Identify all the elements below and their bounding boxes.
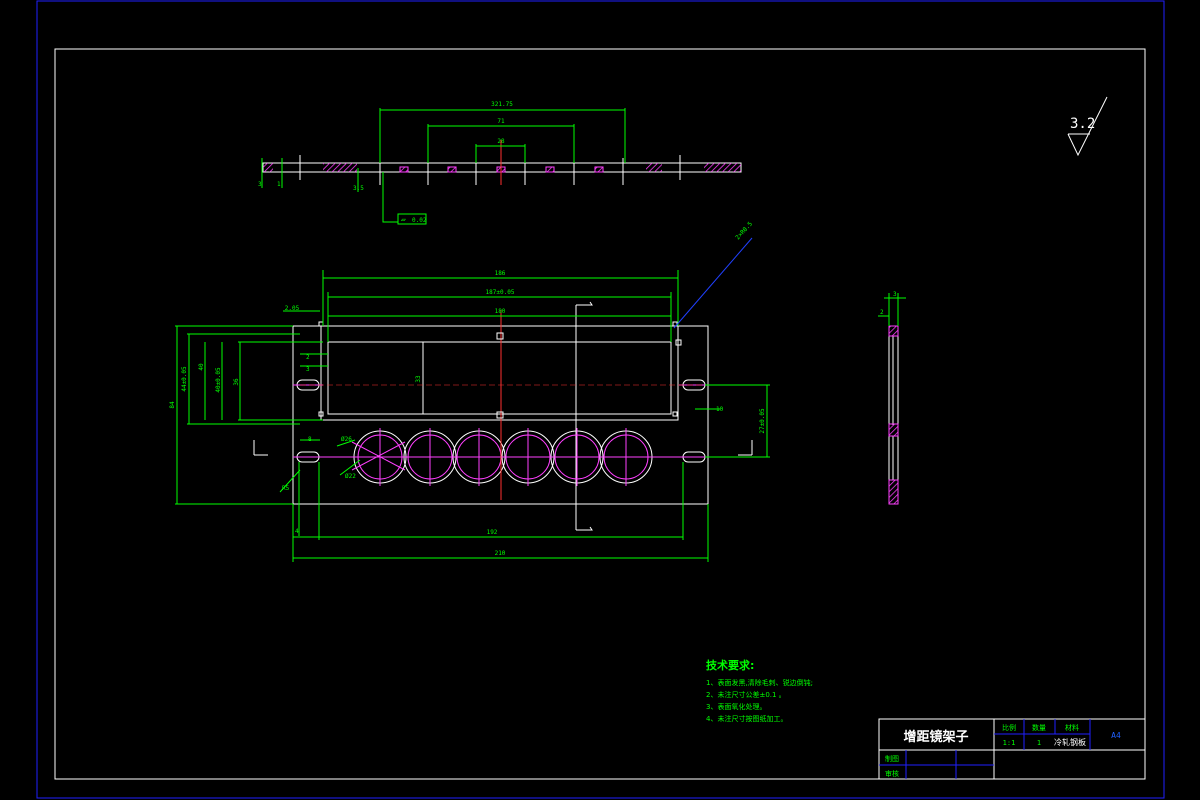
dim-side-top: 3	[893, 291, 897, 298]
title-block: 增距镜架子 比例 数量 材料 1:1 1 冷轧钢板 A4 制图 审核	[878, 718, 1146, 780]
section-hatch-right-1	[646, 163, 662, 172]
dim-top-overall: 186	[495, 270, 506, 277]
checked-label: 审核	[885, 769, 899, 778]
note-item: 4、未注尺寸按图纸加工。	[706, 714, 787, 723]
section-pocket-1	[399, 166, 409, 173]
dim-height-tol: 44±0.05	[181, 366, 188, 392]
dim-bottom-inner: 192	[487, 529, 498, 536]
dim-right-h: 27±0.05	[759, 408, 766, 434]
dim-section-left-h1: 3	[258, 181, 262, 188]
section-pocket-4	[545, 166, 555, 173]
side-hatch-top	[888, 325, 899, 337]
window-inner	[327, 341, 672, 415]
dim-section-overall: 321.75	[491, 101, 513, 108]
dim-section-left-h2: 1	[277, 181, 281, 188]
dim-top-tol: 187±0.05	[486, 289, 515, 296]
dim-slot-r: R5	[282, 485, 290, 492]
dim-height-outer: 84	[169, 401, 176, 409]
plan-view: 186 187±0.05 180 2.05 84 44±0.05 40 40±0…	[169, 220, 770, 562]
technical-notes: 技术要求: 1、表面发黑,清除毛刺、锐边倒钝; 2、未注尺寸公差±0.1 。 3…	[706, 658, 813, 723]
roughness-value: 3.2	[1070, 116, 1095, 132]
side-hatch-mid	[888, 423, 899, 437]
sheet-size: A4	[1111, 731, 1121, 740]
dim-section-small: 28	[497, 138, 505, 145]
material-value: 冷轧钢板	[1054, 737, 1086, 747]
ratio-value: 1:1	[1003, 739, 1016, 747]
dim-section-thick: 3.5	[353, 185, 364, 192]
leader-line	[673, 237, 753, 329]
sheet-outer-border	[36, 0, 1165, 799]
dim-height-4: 36	[233, 378, 240, 386]
side-hatch-bottom	[888, 479, 899, 505]
dim-top-left: 2.05	[285, 305, 300, 312]
dim-small-1: 2	[306, 354, 310, 361]
dim-right-small: 10	[716, 406, 724, 413]
dim-section-mid: 71	[497, 118, 505, 125]
side-view: 3 2	[878, 291, 906, 505]
flatness-value: 0.02	[412, 217, 427, 224]
note-item: 1、表面发黑,清除毛刺、锐边倒钝;	[706, 678, 813, 687]
dim-slot-w: 8	[308, 436, 312, 443]
qty-header: 数量	[1032, 723, 1046, 732]
section-pocket-5	[594, 166, 604, 173]
flatness-symbol: ▱	[401, 215, 406, 224]
section-hatch-right-2	[704, 163, 741, 172]
dim-height-3: 40±0.05	[215, 367, 222, 393]
qty-value: 1	[1037, 739, 1041, 747]
cad-drawing: 321.75 71 28 3 1 3.5 ▱ 0.02 186 187±0.05…	[36, 0, 1165, 799]
dim-top-inner: 180	[495, 308, 506, 315]
window-outer	[320, 325, 679, 421]
material-header: 材料	[1065, 723, 1079, 732]
dim-hole-d1: Ø26	[341, 436, 352, 443]
section-view: 321.75 71 28 3 1 3.5 ▱ 0.02	[258, 101, 742, 225]
ratio-header: 比例	[1002, 723, 1016, 732]
note-item: 2、未注尺寸公差±0.1 。	[706, 690, 786, 699]
note-item: 3、表面氧化处理。	[706, 702, 766, 711]
dim-hole-d2: Ø22	[345, 473, 356, 480]
dim-small-2: 3	[306, 366, 310, 373]
dim-side-left: 2	[880, 309, 884, 316]
surface-roughness-symbol: 3.2	[1067, 96, 1108, 157]
dim-window-h: 33	[415, 375, 422, 383]
section-pocket-2	[447, 166, 457, 173]
section-hatch-left-2	[323, 163, 357, 172]
drawn-label: 制图	[885, 754, 899, 763]
section-hatch-left-1	[263, 163, 273, 172]
dim-height-2: 40	[198, 363, 205, 371]
dim-bottom-left: 4	[295, 528, 299, 535]
dim-bottom-overall: 210	[495, 550, 506, 557]
part-name: 增距镜架子	[903, 729, 968, 745]
notes-title: 技术要求:	[706, 658, 754, 672]
